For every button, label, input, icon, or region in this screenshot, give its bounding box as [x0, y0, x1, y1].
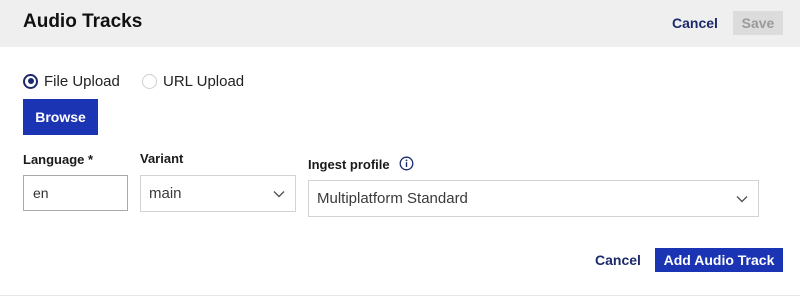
- header-save-button[interactable]: Save: [733, 11, 783, 35]
- radio-url-upload-control[interactable]: [142, 73, 157, 89]
- chevron-down-icon: [736, 195, 748, 202]
- ingest-profile-select[interactable]: Multiplatform Standard: [308, 180, 759, 217]
- browse-button[interactable]: Browse: [23, 99, 98, 135]
- ingest-profile-label: Ingest profile: [308, 157, 390, 172]
- chevron-down-icon: [273, 190, 285, 197]
- info-icon[interactable]: [399, 156, 414, 171]
- radio-file-upload-control[interactable]: [23, 73, 38, 89]
- radio-file-upload[interactable]: File Upload: [23, 71, 120, 91]
- language-value: en: [33, 185, 49, 201]
- panel-title: Audio Tracks: [23, 11, 143, 32]
- add-audio-track-button[interactable]: Add Audio Track: [655, 248, 783, 272]
- variant-select[interactable]: main: [140, 175, 296, 212]
- radio-url-upload-label: URL Upload: [163, 72, 245, 90]
- radio-url-upload[interactable]: URL Upload: [142, 71, 244, 91]
- variant-value: main: [149, 185, 182, 202]
- panel-header: Audio Tracks Cancel Save: [0, 0, 800, 47]
- language-label: Language *: [23, 152, 94, 167]
- header-cancel-button[interactable]: Cancel: [672, 15, 718, 31]
- footer-cancel-button[interactable]: Cancel: [595, 252, 641, 268]
- language-input[interactable]: en: [23, 175, 128, 211]
- variant-label: Variant: [140, 151, 184, 166]
- ingest-profile-value: Multiplatform Standard: [317, 190, 468, 207]
- divider: [0, 295, 800, 296]
- radio-file-upload-label: File Upload: [44, 72, 120, 90]
